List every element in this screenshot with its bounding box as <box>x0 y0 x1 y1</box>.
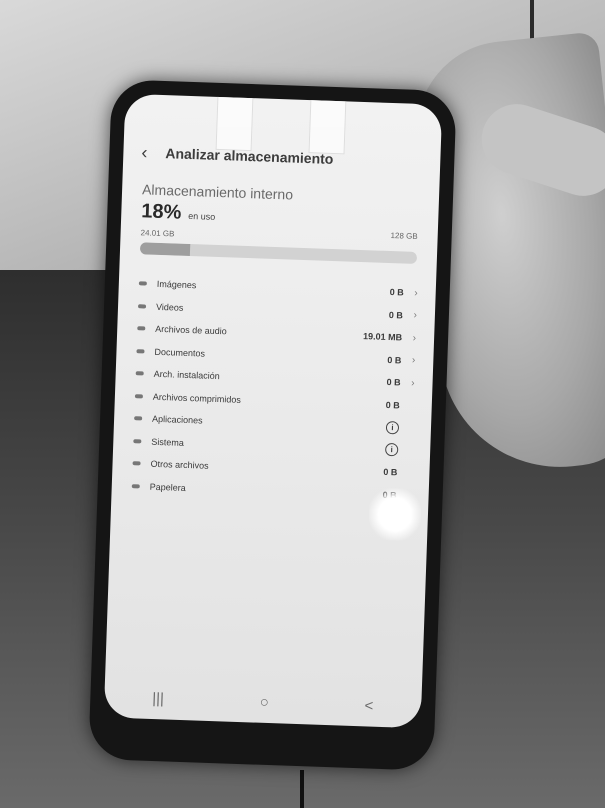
info-container: i <box>358 442 399 457</box>
list-item-label: Videos <box>155 301 184 313</box>
category-icon <box>138 303 147 309</box>
chevron-left-icon[interactable]: ‹ <box>141 142 158 162</box>
list-item-label: Archivos comprimidos <box>152 391 242 405</box>
chevron-right-icon: › <box>412 332 417 344</box>
list-item-label: Aplicaciones <box>151 414 203 426</box>
category-icon <box>133 438 142 444</box>
storage-usage-fill <box>139 242 191 257</box>
charging-cable <box>300 770 304 808</box>
phone: ‹ Analizar almacenamiento Almacenamiento… <box>88 79 457 771</box>
usage-label: en uso <box>188 210 216 222</box>
info-icon[interactable]: i <box>384 443 399 457</box>
home-button[interactable]: ○ <box>259 693 269 710</box>
list-item-label: Sistema <box>151 436 185 448</box>
list-item-value: 0 B <box>389 287 404 298</box>
list-item-value: 0 B <box>386 377 401 388</box>
light-glare <box>368 487 422 542</box>
category-icon <box>134 393 143 399</box>
category-icon <box>136 348 145 354</box>
list-item-label: Arch. instalación <box>153 369 220 382</box>
category-icon <box>131 483 140 489</box>
list-item-value: 0 B <box>385 399 400 411</box>
category-icon <box>132 461 141 466</box>
usage-percent: 18% <box>140 200 182 224</box>
category-icon <box>135 371 144 376</box>
navigation-bar: ||| ○ < <box>104 683 422 720</box>
storage-title: Almacenamiento interno <box>141 181 294 203</box>
back-button[interactable]: < <box>364 697 373 714</box>
total-capacity: 128 GB <box>390 231 418 241</box>
storage-usage-bar <box>139 242 418 264</box>
chevron-right-icon: › <box>414 287 418 299</box>
list-item-value: 0 B <box>383 467 398 478</box>
page-title: Analizar almacenamiento <box>165 145 334 167</box>
chevron-right-icon: › <box>411 355 416 367</box>
list-item-value: 19.01 MB <box>362 331 403 343</box>
list-item-label: Papelera <box>149 481 186 493</box>
chevron-right-icon: › <box>411 377 415 389</box>
category-icon <box>134 416 143 421</box>
app-header: ‹ Analizar almacenamiento <box>141 139 427 175</box>
info-container: i <box>359 420 400 435</box>
list-item-label: Documentos <box>154 346 206 359</box>
list-item-label: Otros archivos <box>150 459 209 472</box>
info-icon[interactable]: i <box>385 420 400 435</box>
chevron-right-icon: › <box>413 310 418 322</box>
category-icon <box>137 326 146 331</box>
list-item-value: 0 B <box>387 354 402 366</box>
list-item-value: 0 B <box>388 309 404 321</box>
category-icon <box>138 281 147 286</box>
list-item-label: Imágenes <box>156 279 197 291</box>
list-item-label: Archivos de audio <box>155 324 227 337</box>
phone-screen: ‹ Analizar almacenamiento Almacenamiento… <box>103 93 443 729</box>
used-capacity: 24.01 GB <box>140 228 175 239</box>
recents-button[interactable]: ||| <box>152 689 164 706</box>
usage-summary: 18% en uso <box>141 200 216 226</box>
storage-category-list: Imágenes 0 B › Videos 0 B › Archivos de audio 1… <box>127 272 418 507</box>
